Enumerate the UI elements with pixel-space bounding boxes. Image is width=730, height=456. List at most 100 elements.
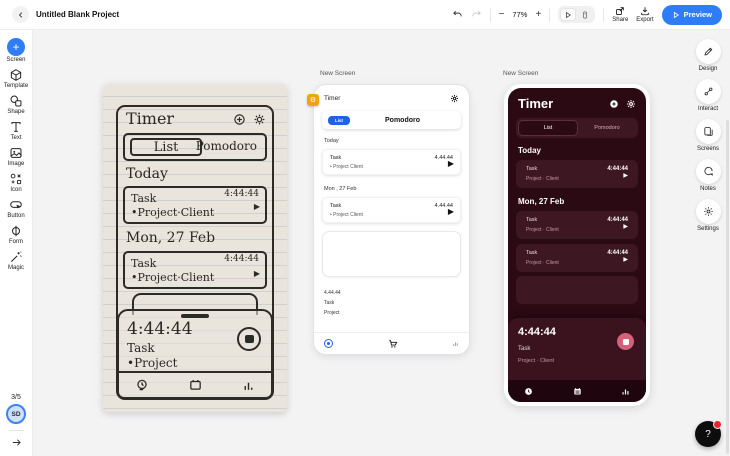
sketch-photo[interactable]: Timer List Pomodoro Today 4:44:44 Task •… [103,84,287,412]
sidebar-item-screens[interactable]: Screens [695,119,721,152]
rs-label: Interact [697,106,718,112]
tool-label: Image [7,161,25,167]
mockup-timer-meta: Project · Client [518,358,555,364]
template-icon [10,69,22,81]
mockup-tab-pomodoro[interactable]: Pomodoro [578,120,636,136]
plus-circle-icon: + [6,38,25,56]
mockup-screen-label[interactable]: New Screen [503,70,538,77]
preview-button[interactable]: Preview [661,4,722,25]
warning-badge-icon[interactable]: ⚙ [307,94,319,106]
wireframe-footer-task: Task [324,300,335,306]
sidebar-item-design[interactable]: Design [695,39,721,72]
mockup-section-today: Today [518,146,541,155]
sidebar-item-image[interactable]: Image [7,146,25,167]
wireframe-screen-label[interactable]: New Screen [320,70,355,77]
sketch-section-date: Mon, 27 Feb [126,230,216,246]
toolbar-divider [603,7,605,22]
plus-circle-icon [610,99,618,108]
wireframe-footer-info: 4.44.44 Task Project [324,288,459,318]
clock-icon [525,387,532,395]
zoom-in-button[interactable]: + [535,9,541,20]
sketch-tabbar: List Pomodoro [123,133,267,161]
share-button[interactable]: Share [612,6,628,23]
wireframe-empty-card [322,231,461,277]
gear-icon [450,94,459,103]
mockup-timer-task: Task [518,346,531,352]
play-icon: ▶ [447,207,454,216]
mockup-phone-screen: Timer List Pomodoro Today Task 4:44:44 P… [508,88,646,402]
wireframe-screen[interactable]: ⚙ Timer List Pomodoro Today Task 4.44.44… [307,84,470,355]
mockup-task-card: Task 4:44:44 Project · Client ▶ [516,211,638,239]
undo-icon [452,10,462,17]
wireframe-footer-bar [314,332,469,354]
sketch-task-card: 4:44:44 Task •Project·Client ▶ [123,251,267,289]
sidebar-item-icon[interactable]: Icon [9,172,23,193]
sidebar-item-magic[interactable]: Magic [8,250,24,271]
stop-button[interactable] [617,333,634,350]
sidebar-item-template[interactable]: Template [4,68,28,89]
wireframe-tab-pomodoro[interactable]: Pomodoro [350,117,455,124]
tool-label: Screen [6,57,26,63]
collapse-arrow-icon[interactable] [11,437,22,448]
play-mode-button[interactable] [560,8,577,21]
undo-button[interactable] [452,9,463,20]
sketch-section-today: Today [126,166,168,182]
mockup-navbar [508,380,646,402]
mockup-task-card: Task 4:44:44 Project · Client ▶ [516,244,638,272]
interact-nodes-icon [704,87,712,96]
sidebar-item-form[interactable]: Form [9,224,23,245]
mini-chart-icon [453,342,458,346]
screen-count: 3/5 [11,394,21,401]
export-button[interactable]: Export [636,6,654,23]
help-button[interactable]: ? [695,420,722,447]
vertical-scrollbar[interactable] [726,120,729,454]
avatar[interactable]: SD [6,404,26,424]
wireframe-title: Timer [324,95,341,102]
wireframe-section-today: Today [324,138,339,144]
sidebar-item-button[interactable]: Button [7,198,25,219]
sketch-title: Timer [126,109,175,128]
sidebar-item-shape[interactable]: Shape [7,94,25,115]
mockup-tab-list[interactable]: List [518,120,578,136]
redo-button[interactable] [471,9,482,20]
sidebar-item-interact[interactable]: Interact [695,79,721,112]
target-icon [324,339,333,348]
zoom-level[interactable]: 77% [512,10,527,19]
wireframe-tab-list[interactable]: List [328,115,351,125]
notification-dot [713,420,722,429]
tool-label: Template [3,83,29,89]
share-icon [616,7,625,15]
wireframe-task-card: Task 4.44.44 • Project Client ▶ [322,197,461,223]
tool-label: Form [9,239,23,245]
sidebar-item-screen[interactable]: + Screen [6,38,26,63]
inspector-sidebar: Design Interact Screens Notes Settings [686,30,730,456]
play-icon [566,11,572,18]
sketch-timer-meta: •Project [127,356,178,370]
mockup-timer-time: 4:44:44 [518,326,556,338]
tool-sidebar: + Screen Template Shape Text Image Icon … [0,30,33,456]
cart-icon [388,339,397,348]
mockup-tabbar: List Pomodoro [516,118,638,138]
pencil-icon [704,47,712,56]
mockup-screen[interactable]: Timer List Pomodoro Today Task 4:44:44 P… [504,84,650,406]
zoom-out-button[interactable]: − [499,9,505,20]
screens-stack-icon [703,127,713,136]
export-icon [641,7,649,16]
cursor-mode-button[interactable] [577,8,593,21]
sidebar-item-text[interactable]: Text [9,120,23,141]
toolbar-divider [489,7,491,22]
tool-label: Icon [10,187,22,193]
mockup-timer-sheet: 4:44:44 Task Project · Client [508,318,646,380]
rs-label: Screens [696,146,719,152]
sidebar-item-settings[interactable]: Settings [695,199,721,232]
tool-label: Text [10,135,22,141]
top-toolbar: Untitled Blank Project − 77% + Share Exp… [0,0,730,30]
back-chevron-icon [18,11,22,18]
mouse-icon [583,11,588,18]
back-button[interactable] [12,6,29,23]
plus-circle-icon [233,113,246,126]
mode-segmented-control [558,6,596,23]
sketch-navbar [119,371,271,397]
mockup-title: Timer [518,96,554,111]
sidebar-item-notes[interactable]: Notes [695,159,721,192]
